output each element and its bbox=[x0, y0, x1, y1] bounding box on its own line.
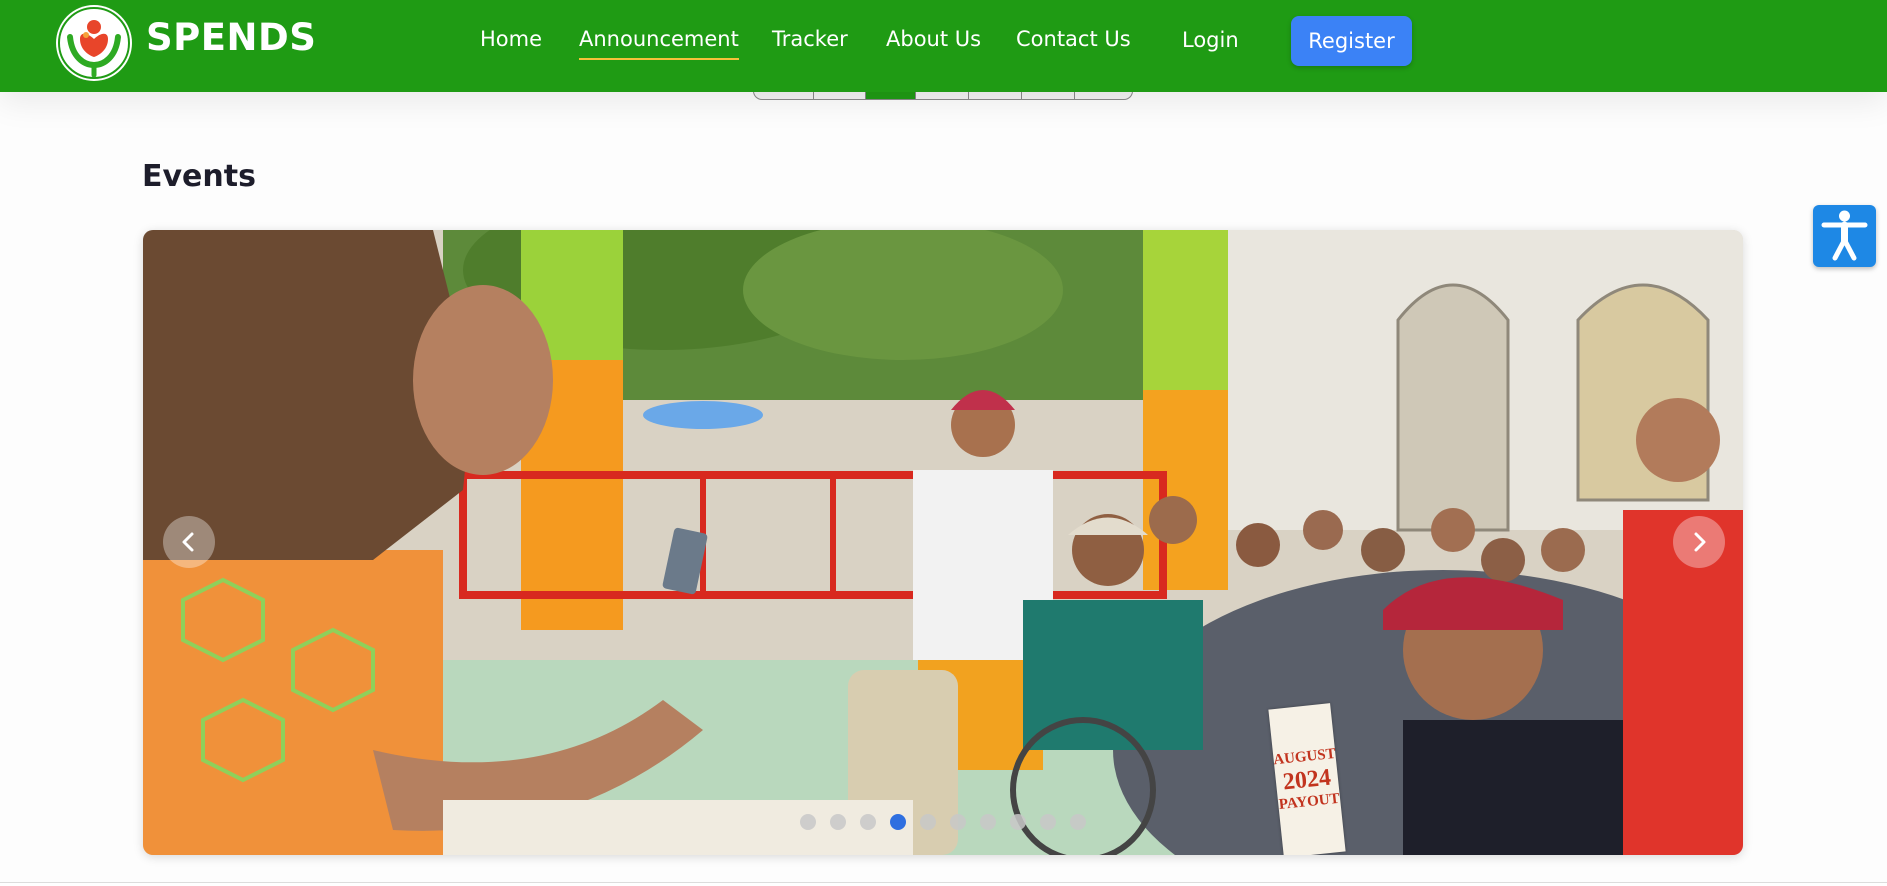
carousel-indicator[interactable] bbox=[980, 814, 996, 830]
carousel-next-button[interactable] bbox=[1673, 516, 1725, 568]
events-carousel[interactable]: AUGUST 2024 PAYOUT bbox=[143, 230, 1743, 855]
carousel-indicator[interactable] bbox=[830, 814, 846, 830]
carousel-indicator[interactable] bbox=[1010, 814, 1026, 830]
chevron-left-icon bbox=[182, 532, 194, 552]
carousel-indicators bbox=[143, 814, 1743, 830]
carousel-indicator[interactable] bbox=[1070, 814, 1086, 830]
carousel-prev-button[interactable] bbox=[163, 516, 215, 568]
event-photo bbox=[143, 230, 1743, 855]
chevron-right-icon bbox=[1694, 532, 1706, 552]
nav-contact-us[interactable]: Contact Us bbox=[1016, 27, 1131, 51]
carousel-indicator[interactable] bbox=[860, 814, 876, 830]
nav-announcement[interactable]: Announcement bbox=[579, 27, 739, 60]
register-button[interactable]: Register bbox=[1291, 16, 1412, 66]
events-title: Events bbox=[142, 159, 256, 194]
carousel-indicator-active[interactable] bbox=[890, 814, 906, 830]
top-navbar: SPENDS Home Announcement Tracker About U… bbox=[0, 0, 1887, 92]
carousel-indicator[interactable] bbox=[950, 814, 966, 830]
section-divider bbox=[0, 882, 1887, 883]
nav-home[interactable]: Home bbox=[480, 27, 542, 51]
accessibility-icon bbox=[1821, 210, 1868, 261]
nav-about-us[interactable]: About Us bbox=[886, 27, 981, 51]
nav-tracker[interactable]: Tracker bbox=[772, 27, 848, 51]
accessibility-button[interactable] bbox=[1813, 205, 1876, 267]
carousel-indicator[interactable] bbox=[1040, 814, 1056, 830]
carousel-indicator[interactable] bbox=[800, 814, 816, 830]
carousel-indicator[interactable] bbox=[920, 814, 936, 830]
brand-name[interactable]: SPENDS bbox=[146, 16, 316, 59]
nav-login[interactable]: Login bbox=[1182, 28, 1239, 52]
spends-logo-icon[interactable] bbox=[56, 5, 132, 81]
